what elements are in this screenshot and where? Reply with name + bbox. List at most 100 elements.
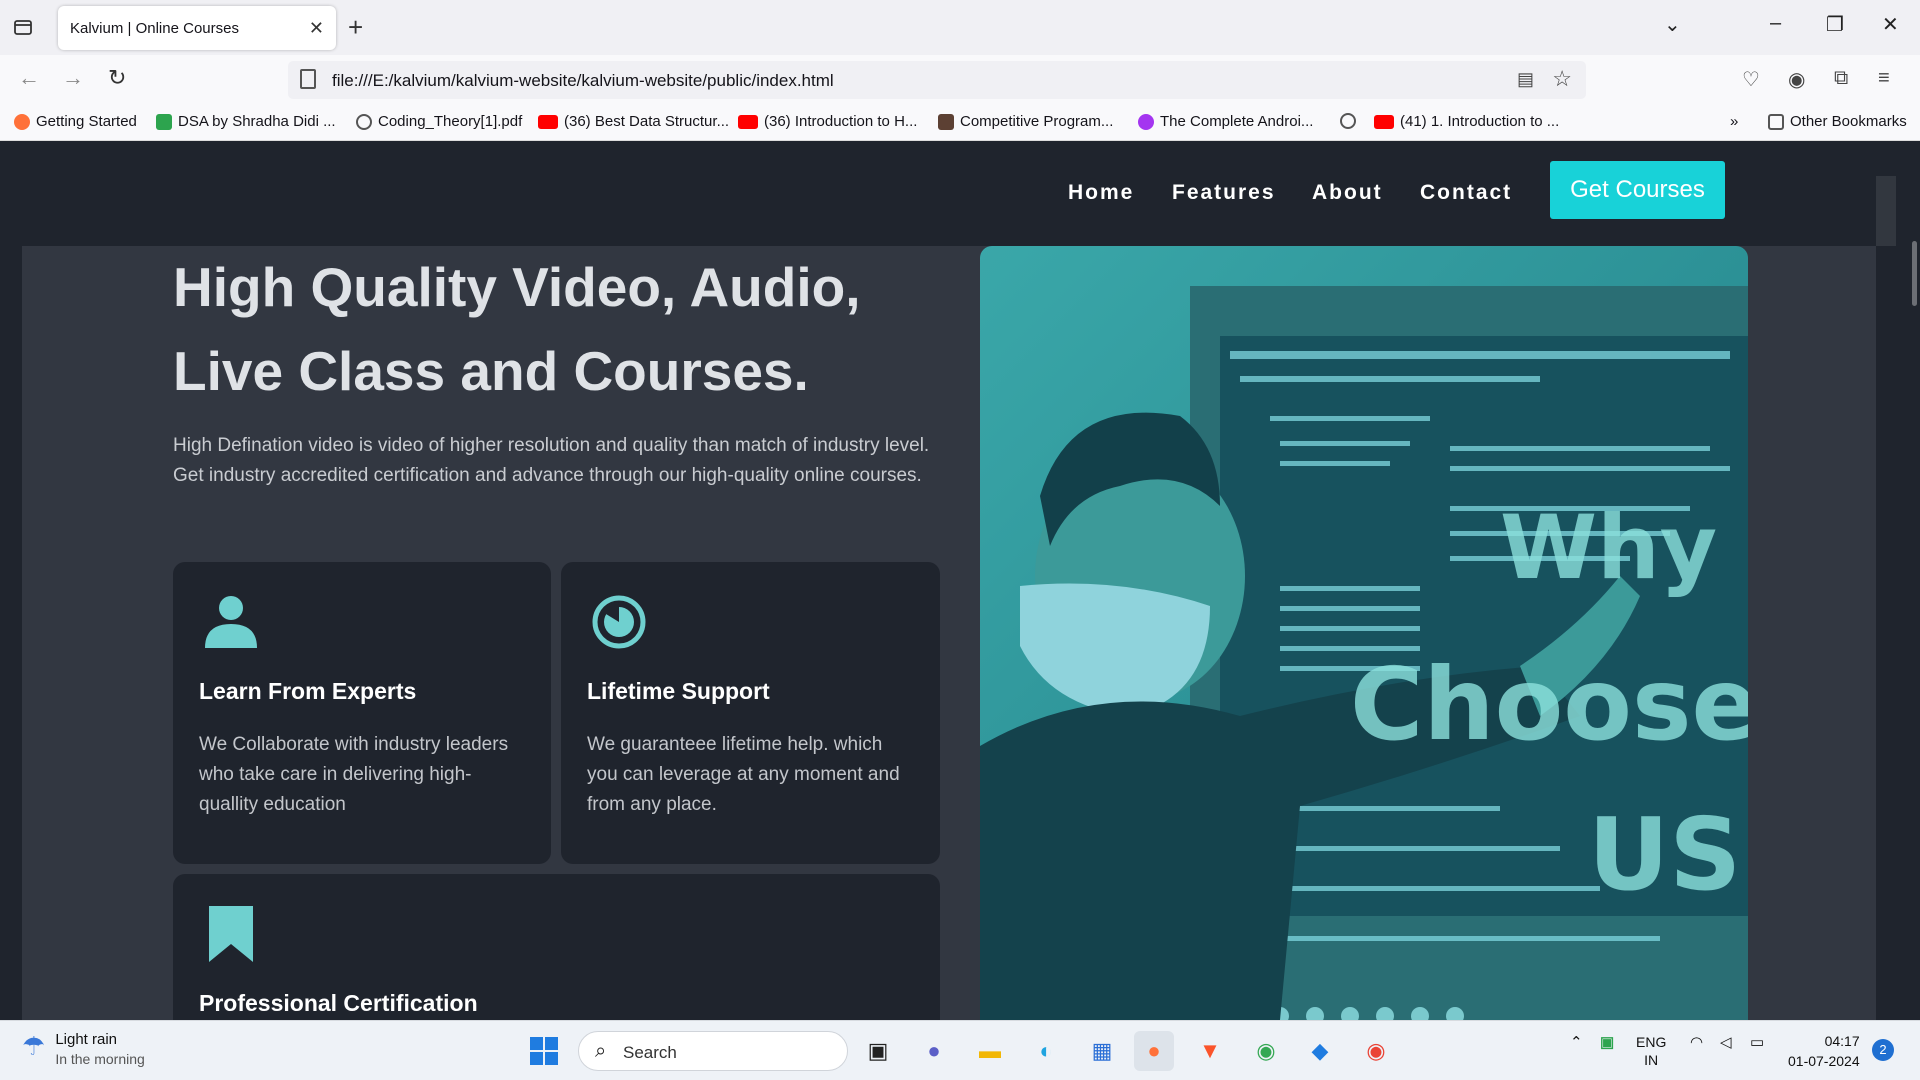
hero-title: High Quality Video, Audio, Live Class an…: [173, 256, 861, 402]
minimize-icon[interactable]: –: [1770, 12, 1781, 35]
back-icon[interactable]: ←: [18, 65, 40, 91]
reader-view-icon[interactable]: ▤: [1517, 69, 1534, 90]
task-view-icon[interactable]: ▣: [858, 1031, 898, 1071]
bookmark-item[interactable]: The Complete Androi...: [1138, 113, 1313, 130]
weather-sub: In the morning: [55, 1051, 145, 1067]
clock-date: 01-07-2024: [1788, 1053, 1860, 1069]
youtube-icon: [738, 114, 758, 129]
us-text: US: [1588, 796, 1742, 913]
bookmarks-bar: Getting Started DSA by Shradha Didi ... …: [0, 105, 1920, 141]
sheet-icon: [156, 113, 172, 130]
volume-icon[interactable]: ◁: [1720, 1033, 1732, 1051]
tray-app-icon[interactable]: ▣: [1600, 1033, 1614, 1051]
youtube-icon: [538, 114, 558, 129]
udemy-icon: [1138, 113, 1154, 130]
get-courses-button[interactable]: Get Courses: [1550, 161, 1725, 219]
web-page: Home Features About Contact Get Courses …: [0, 141, 1920, 1020]
menu-icon[interactable]: ≡: [1878, 67, 1890, 90]
other-bookmarks[interactable]: Other Bookmarks: [1768, 113, 1907, 130]
search-label: Search: [623, 1043, 677, 1062]
bookmark-item[interactable]: DSA by Shradha Didi ...: [156, 113, 336, 130]
clock-time: 04:17: [1824, 1033, 1860, 1049]
browser-tabstrip: Kalvium | Online Courses ✕ + ⌄ – ❐ ✕: [0, 0, 1920, 55]
feature-title: Learn From Experts: [199, 678, 417, 704]
nav-about[interactable]: About: [1312, 181, 1383, 205]
hero-description: High Defination video is video of higher…: [173, 435, 930, 486]
search-icon: ⌕: [595, 1040, 607, 1062]
weather-widget[interactable]: ☂ Light rain In the morning: [22, 1031, 145, 1067]
why-text: Why: [1500, 496, 1718, 599]
tab-list-icon[interactable]: [12, 16, 36, 40]
edge-icon[interactable]: ◐: [1026, 1031, 1066, 1071]
feature-card-experts: Learn From Experts We Collaborate with i…: [173, 562, 551, 864]
feature-title: Professional Certification: [199, 990, 478, 1016]
firefox-taskbar-icon[interactable]: ●: [1134, 1031, 1174, 1071]
tab-close-icon[interactable]: ✕: [309, 18, 324, 39]
feature-card-certification: Professional Certification: [173, 874, 940, 1020]
globe-icon: [1340, 113, 1356, 129]
extensions-icon[interactable]: ⧉: [1834, 67, 1848, 90]
hero-image: Why Choose US: [980, 246, 1748, 1020]
tray-overflow-icon[interactable]: ⌃: [1570, 1033, 1583, 1051]
nav-home[interactable]: Home: [1068, 181, 1134, 205]
bookmarks-overflow-icon[interactable]: »: [1730, 113, 1738, 130]
bookmark-item[interactable]: Competitive Program...: [938, 113, 1113, 130]
bookmark-item[interactable]: (36) Introduction to H...: [738, 113, 917, 130]
lang-top: ENG: [1636, 1034, 1667, 1050]
feature-text: We Collaborate with industry leaders who…: [199, 734, 509, 815]
feature-text: We guaranteee lifetime help. which you c…: [587, 734, 900, 815]
account-icon[interactable]: ◉: [1788, 67, 1805, 92]
bookmark-item[interactable]: (41) 1. Introduction to ...: [1374, 113, 1559, 130]
vscode-icon[interactable]: ◆: [1300, 1031, 1340, 1071]
reload-icon[interactable]: ↻: [108, 65, 126, 91]
url-bar[interactable]: file:///E:/kalvium/kalvium-website/kalvi…: [288, 61, 1586, 99]
battery-icon[interactable]: ▭: [1750, 1033, 1764, 1051]
file-explorer-icon[interactable]: ▬: [970, 1031, 1010, 1071]
site-header: Home Features About Contact Get Courses: [0, 141, 1876, 246]
new-tab-icon[interactable]: +: [348, 12, 363, 42]
windows-taskbar: ☂ Light rain In the morning ⌕ Search ▣ ●…: [0, 1020, 1920, 1080]
store-icon[interactable]: ▦: [1082, 1031, 1122, 1071]
url-text[interactable]: file:///E:/kalvium/kalvium-website/kalvi…: [332, 71, 834, 91]
tab-active[interactable]: Kalvium | Online Courses ✕: [58, 6, 336, 50]
clock[interactable]: 04:17 01-07-2024: [1788, 1031, 1860, 1071]
restore-icon[interactable]: ❐: [1826, 12, 1844, 37]
feature-title: Lifetime Support: [587, 678, 770, 704]
bookmark-item[interactable]: (36) Best Data Structur...: [538, 113, 729, 130]
bookmark-icon: [209, 906, 253, 962]
nav-contact[interactable]: Contact: [1420, 181, 1512, 205]
page-scrollbar[interactable]: [1912, 241, 1917, 306]
bookmark-item[interactable]: Getting Started: [14, 113, 137, 130]
clock-icon: [592, 595, 646, 649]
forward-icon[interactable]: →: [62, 65, 84, 91]
feature-card-support: Lifetime Support We guaranteee lifetime …: [561, 562, 940, 864]
bookmark-star-icon[interactable]: ☆: [1552, 66, 1572, 92]
globe-icon: [356, 113, 372, 130]
codechef-icon: [938, 113, 954, 130]
brave-icon[interactable]: ▼: [1190, 1031, 1230, 1071]
choose-text: Choose: [1350, 646, 1748, 763]
bookmark-item[interactable]: [1340, 113, 1362, 129]
taskbar-search[interactable]: ⌕ Search: [578, 1031, 848, 1071]
start-icon[interactable]: [524, 1031, 564, 1071]
youtube-icon: [1374, 114, 1394, 129]
tab-overflow-chevron-icon[interactable]: ⌄: [1664, 12, 1681, 37]
notification-badge[interactable]: 2: [1872, 1039, 1894, 1061]
bookmark-item[interactable]: Coding_Theory[1].pdf: [356, 113, 522, 130]
header-edge: [1876, 176, 1896, 246]
pocket-icon[interactable]: ♡: [1742, 67, 1760, 92]
person-icon: [205, 596, 257, 648]
teams-icon[interactable]: ●: [914, 1031, 954, 1071]
page-icon: [300, 69, 316, 89]
chrome-icon[interactable]: ◉: [1246, 1031, 1286, 1071]
wifi-icon[interactable]: ◠: [1690, 1033, 1703, 1051]
nav-features[interactable]: Features: [1172, 181, 1276, 205]
chrome-profile-icon[interactable]: ◉: [1356, 1031, 1396, 1071]
rain-icon: ☂: [22, 1031, 46, 1061]
close-window-icon[interactable]: ✕: [1882, 12, 1899, 37]
firefox-icon: [14, 113, 30, 130]
weather-main: Light rain: [55, 1031, 118, 1048]
folder-icon: [1768, 113, 1784, 130]
browser-navbar: ← → ↻ file:///E:/kalvium/kalvium-website…: [0, 55, 1920, 105]
language-indicator[interactable]: ENG IN: [1636, 1033, 1666, 1069]
